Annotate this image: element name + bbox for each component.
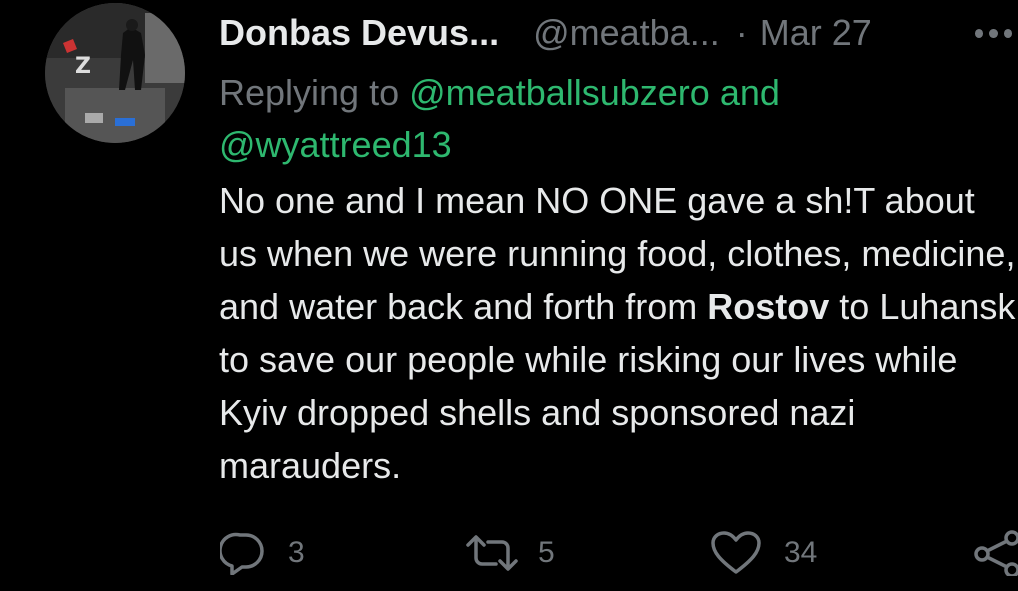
reply-mention-link-2[interactable]: @wyattreed13 bbox=[219, 124, 452, 165]
more-dot-3 bbox=[1003, 28, 1012, 38]
author-name[interactable]: Donbas Devus... bbox=[219, 12, 499, 54]
retweet-icon bbox=[466, 535, 518, 571]
share-button[interactable] bbox=[972, 525, 1018, 581]
reply-icon bbox=[220, 532, 264, 575]
author-handle[interactable]: @meatba... bbox=[533, 12, 720, 54]
reply-mention-link[interactable]: @meatballsubzero bbox=[409, 72, 710, 113]
heart-icon bbox=[711, 531, 761, 574]
reply-count: 3 bbox=[288, 536, 305, 569]
more-dot-2 bbox=[989, 28, 998, 38]
reply-button[interactable]: 3 bbox=[220, 525, 305, 581]
reply-and[interactable]: and bbox=[720, 72, 780, 113]
replying-to: Replying to @meatballsubzero and @wyattr… bbox=[219, 67, 999, 171]
like-count: 34 bbox=[784, 536, 818, 569]
tweet-text-bold: Rostov bbox=[707, 286, 830, 327]
avatar[interactable]: Z bbox=[45, 3, 185, 143]
separator-dot: · bbox=[735, 12, 748, 53]
more-dot-1 bbox=[975, 28, 984, 38]
share-icon bbox=[974, 530, 1018, 576]
reply-prefix: Replying to bbox=[219, 72, 400, 113]
tweet-date[interactable]: Mar 27 bbox=[760, 12, 872, 54]
svg-text:Z: Z bbox=[75, 54, 91, 79]
retweet-button[interactable]: 5 bbox=[464, 525, 555, 581]
retweet-count: 5 bbox=[538, 536, 555, 569]
tweet-header: Donbas Devus... @meatba... · Mar 27 bbox=[219, 8, 872, 58]
more-options-icon[interactable] bbox=[975, 15, 1018, 51]
tweet-text: No one and I mean NO ONE gave a sh!T abo… bbox=[219, 174, 1018, 492]
avatar-image: Z bbox=[45, 3, 185, 143]
action-bar: 3 5 34 bbox=[0, 525, 1018, 581]
like-button[interactable]: 34 bbox=[710, 525, 817, 581]
